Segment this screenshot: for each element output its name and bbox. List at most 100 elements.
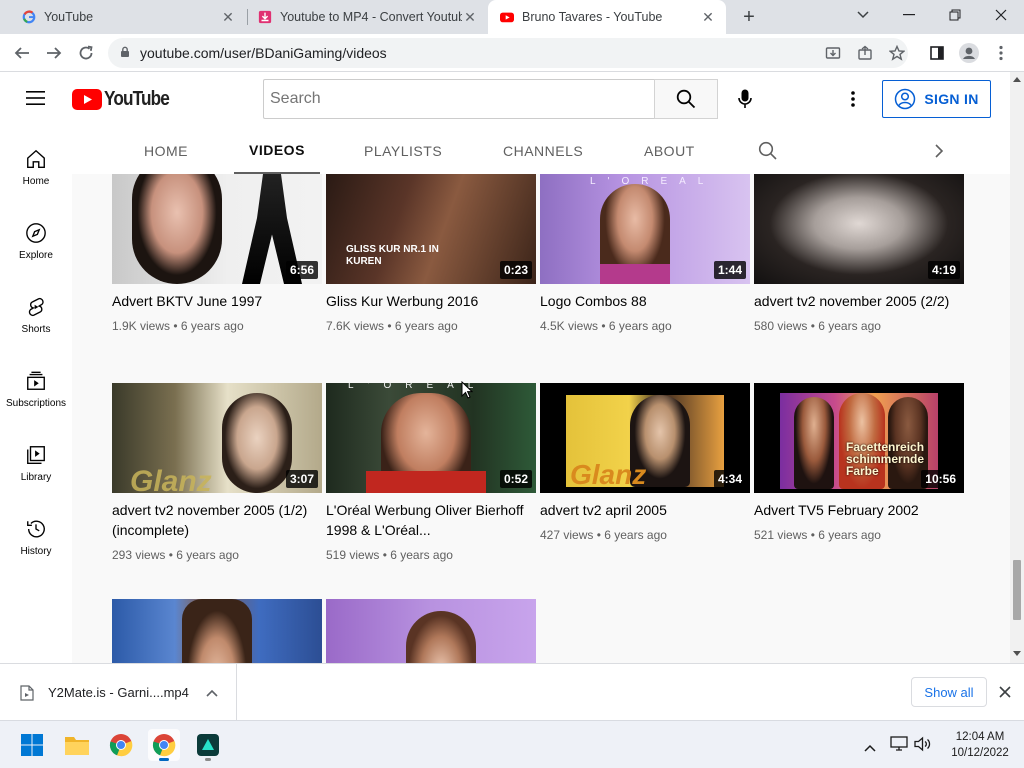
file-explorer-taskbar-button[interactable] <box>61 729 93 761</box>
download-item[interactable]: Y2Mate.is - Garni....mp4 <box>0 664 237 721</box>
sidebar-item-library[interactable]: Library <box>0 424 72 498</box>
scroll-up-arrow-icon[interactable] <box>1013 76 1021 82</box>
video-thumbnail[interactable]: Glanz 4:34 <box>540 383 750 493</box>
video-card[interactable]: Glanz 4:34 advert tv2 april 2005 427 vie… <box>540 383 750 542</box>
scroll-down-arrow-icon[interactable] <box>1013 651 1021 657</box>
show-all-downloads-button[interactable]: Show all <box>911 677 987 707</box>
close-window-button[interactable] <box>978 0 1024 30</box>
upload-age: 6 years ago <box>394 319 458 333</box>
search-button[interactable] <box>654 79 718 119</box>
reload-button[interactable] <box>73 40 99 66</box>
close-icon[interactable]: ✕ <box>700 9 716 26</box>
video-title[interactable]: advert tv2 november 2005 (2/2) <box>754 291 964 311</box>
install-app-icon[interactable] <box>820 40 846 66</box>
thumbnail-shirt <box>366 471 486 493</box>
video-card[interactable]: L'OREAL 0:52 L'Oréal Werbung Oliver Bier… <box>326 383 536 562</box>
close-download-shelf-icon[interactable] <box>999 685 1011 703</box>
close-icon[interactable]: ✕ <box>220 9 236 26</box>
video-title[interactable]: Logo Combos 88 <box>540 291 750 311</box>
video-card[interactable]: Facettenreich schimmernde Farbe 10:56 Ad… <box>754 383 964 542</box>
share-icon[interactable] <box>852 40 878 66</box>
video-thumbnail[interactable]: L'OREAL 1:44 <box>540 174 750 284</box>
side-panel-icon[interactable] <box>924 40 950 66</box>
restore-button[interactable] <box>932 0 978 30</box>
video-thumbnail[interactable]: 6:56 <box>112 174 322 284</box>
volume-icon[interactable] <box>914 736 932 757</box>
sidebar-item-history[interactable]: History <box>0 498 72 572</box>
network-icon[interactable] <box>890 736 908 757</box>
browser-tab-y2mate[interactable]: Youtube to MP4 - Convert Youtube ✕ <box>236 0 488 34</box>
video-card[interactable]: 4:19 advert tv2 november 2005 (2/2) 580 … <box>754 174 964 333</box>
back-button[interactable] <box>9 40 35 66</box>
video-thumbnail[interactable]: 4:19 <box>754 174 964 284</box>
video-thumbnail[interactable]: L'OREAL 0:52 <box>326 383 536 493</box>
video-duration: 10:56 <box>921 470 960 488</box>
sign-in-button[interactable]: SIGN IN <box>882 80 991 118</box>
channel-search-icon[interactable] <box>758 141 778 166</box>
video-card[interactable] <box>326 599 536 663</box>
video-thumbnail[interactable]: Facettenreich schimmernde Farbe 10:56 <box>754 383 964 493</box>
video-title[interactable]: Advert TV5 February 2002 <box>754 500 964 520</box>
minimize-button[interactable] <box>886 0 932 30</box>
browser-tab-strip: YouTube ✕ Youtube to MP4 - Convert Youtu… <box>0 0 1024 34</box>
tab-search-chevron-icon[interactable] <box>840 0 886 30</box>
page-scrollbar[interactable] <box>1010 72 1024 663</box>
account-circle-icon <box>895 88 916 110</box>
tab-playlists[interactable]: PLAYLISTS <box>364 128 442 174</box>
view-count: 293 views <box>112 548 166 562</box>
video-thumbnail[interactable]: Glanz 3:07 <box>112 383 322 493</box>
video-card[interactable] <box>112 599 322 663</box>
video-title[interactable]: L'Oréal Werbung Oliver Bierhoff 1998 & L… <box>326 500 536 540</box>
sidebar-item-shorts[interactable]: Shorts <box>0 276 72 350</box>
filmora-taskbar-button[interactable] <box>192 729 224 761</box>
tab-videos[interactable]: VIDEOS <box>234 128 320 174</box>
browser-tab-bruno-tavares[interactable]: Bruno Tavares - YouTube ✕ <box>488 0 726 34</box>
chevron-up-icon[interactable] <box>206 689 218 697</box>
video-meta: 519 views • 6 years ago <box>326 548 453 562</box>
sidebar-item-label: Shorts <box>21 324 51 335</box>
system-clock[interactable]: 12:04 AM 10/12/2022 <box>944 729 1016 761</box>
close-icon[interactable]: ✕ <box>462 9 478 26</box>
sidebar-item-home[interactable]: Home <box>0 128 72 202</box>
lock-icon[interactable] <box>120 46 130 61</box>
video-card[interactable]: GLISS KUR NR.1 IN KUREN 0:23 Gliss Kur W… <box>326 174 536 333</box>
tab-home[interactable]: HOME <box>144 128 188 174</box>
voice-search-button[interactable] <box>728 82 762 116</box>
browser-menu-icon[interactable] <box>988 40 1014 66</box>
browser-tab-youtube[interactable]: YouTube ✕ <box>0 0 246 34</box>
forward-button[interactable] <box>41 40 67 66</box>
bookmark-star-icon[interactable] <box>884 40 910 66</box>
video-card[interactable]: Glanz 3:07 advert tv2 november 2005 (1/2… <box>112 383 322 562</box>
video-thumbnail[interactable]: GLISS KUR NR.1 IN KUREN 0:23 <box>326 174 536 284</box>
video-title[interactable]: advert tv2 november 2005 (1/2) (incomple… <box>112 500 322 540</box>
sidebar-item-explore[interactable]: Explore <box>0 202 72 276</box>
view-count: 7.6K views <box>326 319 385 333</box>
sidebar-item-subscriptions[interactable]: Subscriptions <box>0 350 72 424</box>
youtube-logo[interactable]: YouTube <box>72 88 180 111</box>
video-thumbnail[interactable] <box>112 599 322 663</box>
active-indicator <box>159 758 169 761</box>
file-icon <box>20 684 34 701</box>
video-card[interactable]: 6:56 Advert BKTV June 1997 1.9K views • … <box>112 174 322 333</box>
settings-menu-icon[interactable] <box>846 90 860 110</box>
url-text[interactable]: youtube.com/user/BDaniGaming/videos <box>140 45 387 61</box>
start-button[interactable] <box>16 729 48 761</box>
tab-about[interactable]: ABOUT <box>644 128 695 174</box>
chrome-active-taskbar-button[interactable] <box>148 729 180 761</box>
search-input[interactable] <box>263 79 655 119</box>
video-thumbnail[interactable] <box>326 599 536 663</box>
upload-age: 6 years ago <box>390 548 453 562</box>
chrome-taskbar-button[interactable] <box>105 729 137 761</box>
scrollbar-thumb[interactable] <box>1013 560 1021 620</box>
new-tab-button[interactable]: + <box>726 2 772 32</box>
show-hidden-icons-chevron-icon[interactable] <box>864 739 876 757</box>
profile-avatar-icon[interactable] <box>956 40 982 66</box>
address-bar[interactable]: youtube.com/user/BDaniGaming/videos <box>108 38 908 68</box>
video-card[interactable]: L'OREAL 1:44 Logo Combos 88 4.5K views •… <box>540 174 750 333</box>
video-title[interactable]: Gliss Kur Werbung 2016 <box>326 291 536 311</box>
tab-channels[interactable]: CHANNELS <box>503 128 583 174</box>
guide-menu-icon[interactable] <box>26 90 46 108</box>
chevron-right-icon[interactable] <box>934 143 944 164</box>
video-title[interactable]: advert tv2 april 2005 <box>540 500 750 520</box>
video-title[interactable]: Advert BKTV June 1997 <box>112 291 322 311</box>
